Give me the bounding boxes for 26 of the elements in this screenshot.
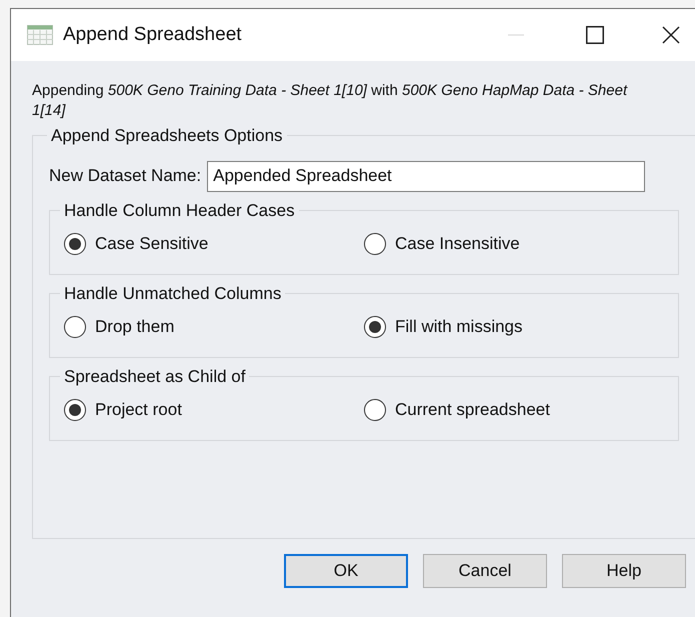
- group-title: Handle Unmatched Columns: [63, 282, 282, 304]
- window-title: Append Spreadsheet: [63, 22, 242, 47]
- group-title: Append Spreadsheets Options: [50, 125, 284, 147]
- radio-button[interactable]: [364, 316, 386, 338]
- dialog-button[interactable]: Help: [562, 554, 686, 588]
- radio-button[interactable]: [364, 232, 386, 255]
- close-icon[interactable]: [662, 26, 680, 44]
- radio-label: Case Insensitive: [395, 233, 520, 255]
- radio-button[interactable]: [64, 398, 86, 421]
- maximize-icon[interactable]: [586, 26, 604, 44]
- radio-button[interactable]: [364, 398, 386, 421]
- dialog-button[interactable]: Cancel: [423, 554, 547, 588]
- radio-label: Project root: [95, 399, 182, 421]
- spreadsheet-icon: [27, 25, 53, 45]
- radio-button[interactable]: [64, 316, 86, 338]
- radio-label: Current spreadsheet: [395, 399, 550, 421]
- description-text: Appending 500K Geno Training Data - Sheet 1[10] with 500K Geno HapMap Data - Sheet 1[14]: [32, 81, 629, 121]
- radio-label: Fill with missings: [395, 316, 523, 338]
- dataset-name-field[interactable]: Appended Spreadsheet: [207, 160, 646, 192]
- group-title: Handle Column Header Cases: [63, 200, 296, 222]
- radio-button[interactable]: [64, 232, 86, 255]
- field-label: New Dataset Name:: [49, 165, 202, 188]
- dialog-button[interactable]: OK: [284, 554, 408, 588]
- radio-label: Drop them: [95, 316, 174, 338]
- radio-label: Case Sensitive: [95, 233, 208, 255]
- group-title: Spreadsheet as Child of: [63, 366, 246, 388]
